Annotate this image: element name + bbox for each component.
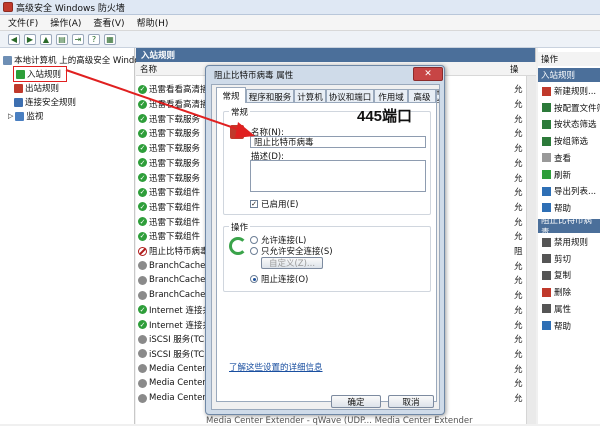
- red-arrow-annotation: [65, 69, 255, 138]
- arrow-line: [65, 69, 244, 132]
- arrow-head: [235, 122, 255, 138]
